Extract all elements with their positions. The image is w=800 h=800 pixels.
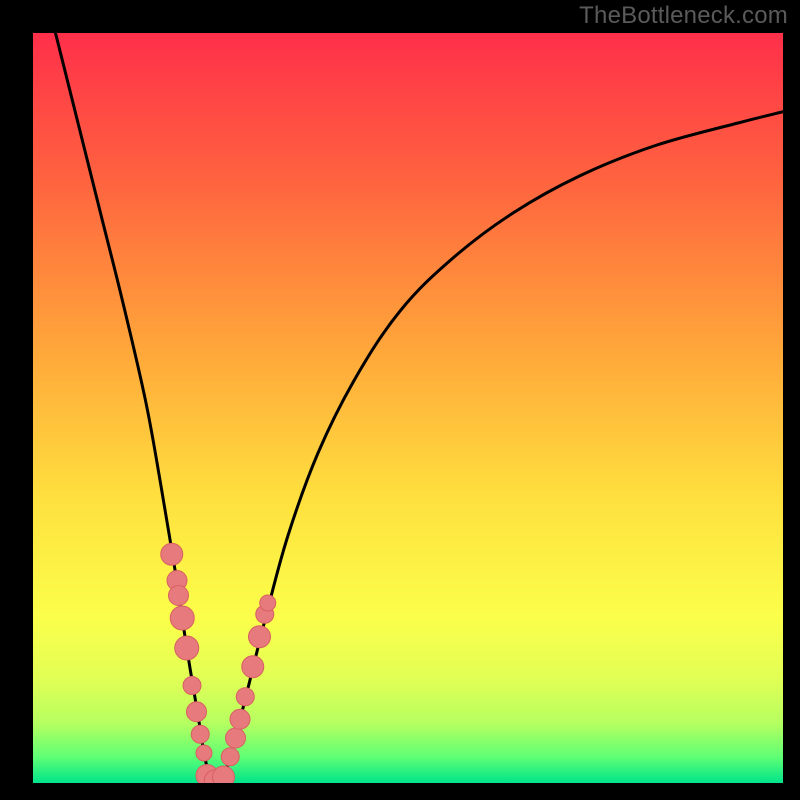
chart-svg xyxy=(33,33,783,783)
plot-area xyxy=(33,33,783,783)
marker-right xyxy=(226,728,246,748)
marker-left xyxy=(196,745,212,761)
marker-right xyxy=(230,709,250,729)
marker-right xyxy=(236,688,254,706)
marker-left xyxy=(187,702,207,722)
bottleneck-curve xyxy=(56,33,784,783)
marker-left xyxy=(183,677,201,695)
watermark-text: TheBottleneck.com xyxy=(579,2,788,30)
marker-right xyxy=(260,595,276,611)
marker-left xyxy=(169,586,189,606)
marker-right xyxy=(221,748,239,766)
marker-left xyxy=(161,543,183,565)
marker-right xyxy=(249,626,271,648)
marker-left xyxy=(191,725,209,743)
marker-right xyxy=(242,656,264,678)
marker-bottom xyxy=(213,766,235,783)
marker-left xyxy=(175,636,199,660)
marker-left xyxy=(170,606,194,630)
chart-frame: TheBottleneck.com xyxy=(0,0,800,800)
